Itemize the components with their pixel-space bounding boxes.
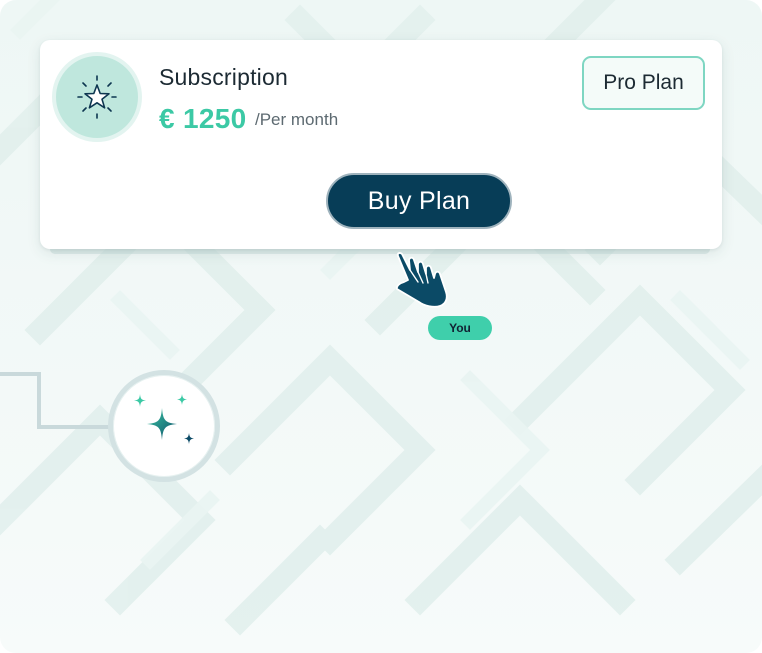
price-amount: € 1250 (159, 103, 247, 134)
plan-badge: Pro Plan (582, 56, 705, 110)
connector-line (0, 372, 112, 429)
price-period: /Per month (255, 110, 339, 129)
pointing-hand-icon (395, 252, 448, 308)
card-shadow (50, 249, 710, 254)
sparkles-icon (134, 394, 194, 444)
you-label: You (428, 316, 492, 340)
page-canvas: Subscription € 1250 /Per month Pro Plan … (0, 0, 762, 653)
star-burst-icon (52, 52, 142, 142)
sparkles-node (108, 370, 220, 482)
buy-plan-button[interactable]: Buy Plan (326, 173, 512, 229)
card-title: Subscription (159, 64, 288, 90)
